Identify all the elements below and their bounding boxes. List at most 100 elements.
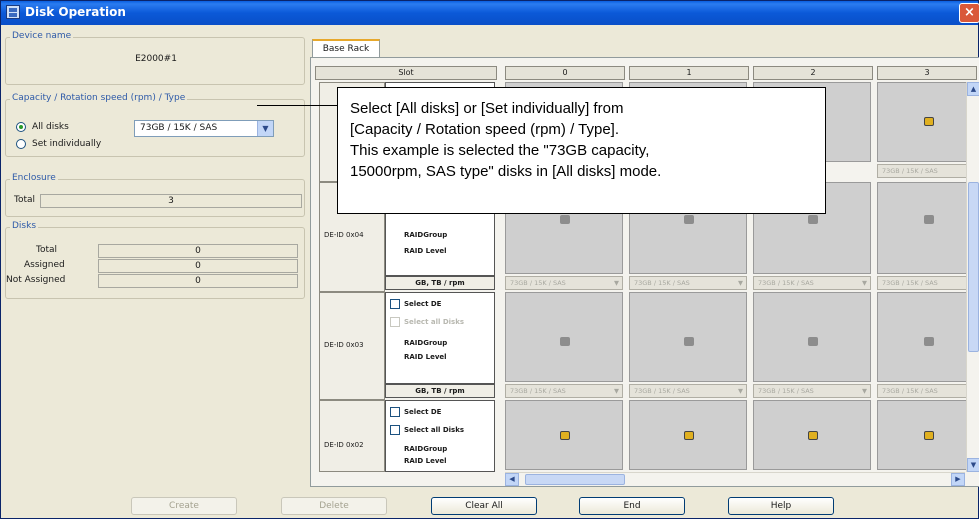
capacity-select-value: 73GB / 15K / SAS (140, 123, 218, 133)
app-icon (6, 5, 20, 19)
disk-type-select[interactable]: 73GB / 15K / SAS ▼ (753, 276, 871, 290)
select-de-checkbox[interactable] (390, 299, 400, 309)
slot-number-header: 3 (877, 66, 977, 80)
disk-slot[interactable] (753, 292, 871, 382)
vertical-scrollbar[interactable]: ▲ ▼ (966, 82, 979, 472)
enclosure-label: Enclosure (10, 173, 58, 183)
close-button[interactable]: × (959, 3, 979, 23)
annotation-callout: Select [All disks] or [Set individually]… (337, 87, 826, 214)
disk-type-select[interactable]: 73GB / 15K / SAS ▼ (505, 276, 623, 290)
slot-number-header: 2 (753, 66, 873, 80)
scroll-left-icon[interactable]: ◀ (505, 473, 519, 486)
vertical-scroll-thumb[interactable] (968, 182, 979, 352)
all-disks-radio[interactable] (16, 122, 26, 132)
disk-slot[interactable] (505, 400, 623, 470)
all-disks-label: All disks (32, 122, 69, 132)
disks-not-assigned-field: 0 (98, 274, 298, 288)
title-bar: Disk Operation × (1, 1, 979, 25)
disk-icon (684, 215, 694, 224)
clear-all-button[interactable]: Clear All (431, 497, 537, 515)
disks-assigned-field: 0 (98, 259, 298, 273)
disk-icon (684, 431, 694, 440)
de-id-label: DE-ID 0x03 (324, 341, 364, 349)
raid-group-label: RAIDGroup (404, 231, 448, 239)
end-button[interactable]: End (579, 497, 685, 515)
left-panel: Device name E2000#1 Capacity / Rotation … (5, 31, 305, 491)
horizontal-scrollbar[interactable]: ◀ ▶ (505, 472, 965, 486)
raid-level-label: RAID Level (404, 247, 447, 255)
disk-icon (924, 431, 934, 440)
delete-button[interactable]: Delete (281, 497, 387, 515)
callout-line: Select [All disks] or [Set individually]… (350, 100, 624, 117)
slot-number-header: 0 (505, 66, 625, 80)
horizontal-scroll-thumb[interactable] (525, 474, 625, 485)
disk-slot[interactable] (877, 292, 967, 382)
disks-not-assigned-label: Not Assigned (6, 275, 66, 285)
disks-group: Disks Total 0 Assigned 0 Not Assigned 0 (5, 221, 305, 299)
select-de-checkbox[interactable] (390, 407, 400, 417)
disk-type-select[interactable]: 73GB / 15K / SAS ▼ (505, 384, 623, 398)
raid-group-label: RAIDGroup (404, 445, 448, 453)
de-control-box: Select DE Select all Disks RAIDGroup RAI… (385, 292, 495, 384)
disk-slot[interactable] (877, 182, 967, 274)
disk-type-select[interactable]: 73GB / 15K / SAS (877, 276, 967, 290)
disk-slot[interactable] (629, 400, 747, 470)
slot-number-header: 1 (629, 66, 749, 80)
device-name-group: Device name E2000#1 (5, 31, 305, 85)
de-id-label: DE-ID 0x02 (324, 441, 364, 449)
disk-icon (560, 431, 570, 440)
disk-type-select[interactable]: 73GB / 15K / SAS ▼ (753, 384, 871, 398)
disks-total-field: 0 (98, 244, 298, 258)
callout-text: Select [All disks] or [Set individually]… (350, 98, 816, 182)
disk-slot[interactable] (877, 82, 967, 162)
select-all-disks-label: Select all Disks (404, 318, 465, 326)
disk-icon (808, 431, 818, 440)
disk-operation-window: Disk Operation × Device name E2000#1 Cap… (0, 0, 979, 519)
scroll-right-icon[interactable]: ▶ (951, 473, 965, 486)
disk-slot[interactable] (505, 292, 623, 382)
callout-line: This example is selected the "73GB capac… (350, 142, 650, 159)
disk-icon (560, 337, 570, 346)
capacity-rpm-label: GB, TB / rpm (385, 384, 495, 398)
capacity-rpm-label: GB, TB / rpm (385, 276, 495, 290)
callout-line: 15000rpm, SAS type" disks in [All disks]… (350, 163, 662, 180)
help-button[interactable]: Help (728, 497, 834, 515)
de-id-label: DE-ID 0x04 (324, 231, 364, 239)
select-all-disks-label: Select all Disks (404, 426, 465, 434)
disk-icon (684, 337, 694, 346)
device-name-label: Device name (10, 31, 74, 41)
disk-icon (924, 337, 934, 346)
device-name-value: E2000#1 (135, 54, 177, 64)
disk-slot[interactable] (877, 400, 967, 470)
disk-type-select[interactable]: 73GB / 15K / SAS ▼ (629, 276, 747, 290)
callout-leader-line (257, 105, 339, 106)
tab-base-rack[interactable]: Base Rack (312, 39, 380, 57)
select-all-disks-checkbox[interactable] (390, 425, 400, 435)
disk-slot[interactable] (753, 400, 871, 470)
de-row-label: DE-ID 0x03 (319, 292, 385, 400)
scroll-up-icon[interactable]: ▲ (967, 82, 979, 96)
scroll-down-icon[interactable]: ▼ (967, 458, 979, 472)
capacity-select[interactable]: 73GB / 15K / SAS ▼ (134, 120, 274, 137)
select-all-disks-checkbox[interactable] (390, 317, 400, 327)
enclosure-group: Enclosure Total 3 (5, 173, 305, 217)
disk-type-select[interactable]: 73GB / 15K / SAS ▼ (629, 384, 747, 398)
disks-total-label: Total (36, 245, 58, 255)
disks-assigned-label: Assigned (24, 260, 65, 270)
select-de-label: Select DE (404, 408, 442, 416)
chevron-down-icon[interactable]: ▼ (257, 121, 273, 136)
select-de-label: Select DE (404, 300, 442, 308)
disk-icon (560, 215, 570, 224)
disk-icon (808, 215, 818, 224)
disk-type-select[interactable]: 73GB / 15K / SAS (877, 384, 967, 398)
de-control-box: Select DE Select all Disks RAIDGroup RAI… (385, 400, 495, 472)
raid-group-label: RAIDGroup (404, 339, 448, 347)
set-individually-radio[interactable] (16, 139, 26, 149)
disk-slot[interactable] (629, 292, 747, 382)
capacity-label: Capacity / Rotation speed (rpm) / Type (10, 93, 188, 103)
create-button[interactable]: Create (131, 497, 237, 515)
callout-line: [Capacity / Rotation speed (rpm) / Type]… (350, 121, 620, 138)
disk-type-select[interactable]: 73GB / 15K / SAS (877, 164, 967, 178)
disk-icon (924, 117, 934, 126)
window-title: Disk Operation (25, 5, 126, 19)
